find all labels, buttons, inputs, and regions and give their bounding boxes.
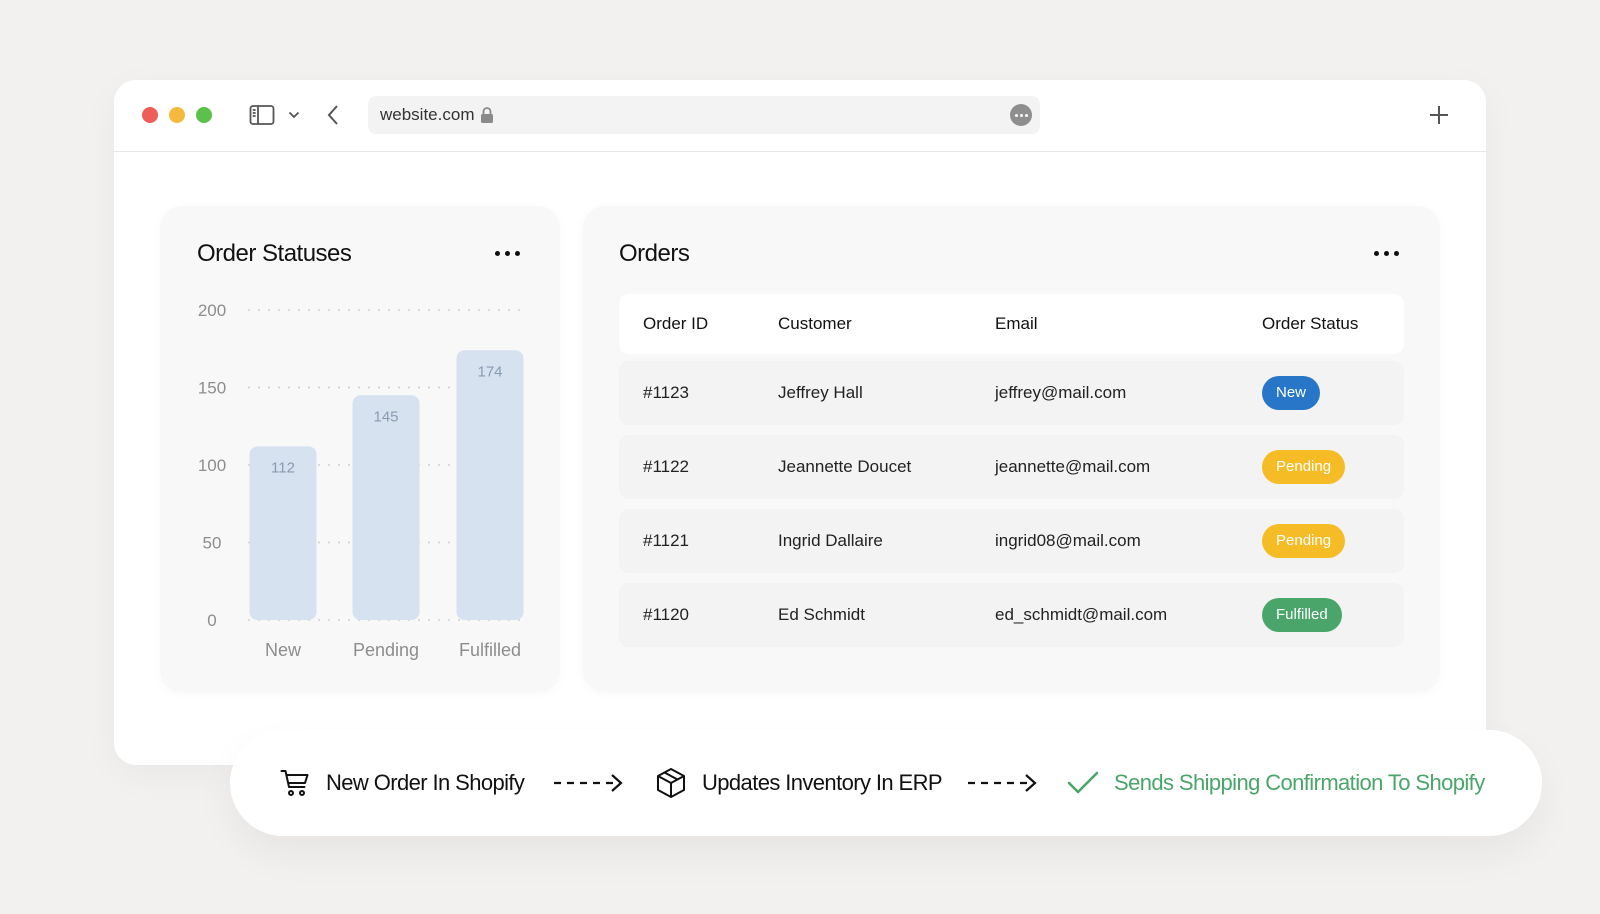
more-horizontal-icon[interactable]: [1010, 104, 1032, 126]
customer-name: Jeffrey Hall: [778, 383, 863, 402]
column-header-order-id[interactable]: Order ID: [643, 314, 708, 334]
bar[interactable]: [352, 395, 420, 620]
more-horizontal-icon[interactable]: [1369, 243, 1403, 263]
orders-card: Orders Order ID Customer Email Order Sta…: [583, 206, 1440, 692]
column-header-email[interactable]: Email: [995, 314, 1038, 334]
table-header: Order ID Customer Email Order Status: [619, 294, 1404, 354]
customer-name: Ed Schmidt: [778, 605, 865, 624]
sidebar-icon[interactable]: [248, 102, 276, 128]
customer-email: ingrid08@mail.com: [995, 531, 1141, 550]
customer-email: jeffrey@mail.com: [995, 383, 1127, 402]
status-badge: Pending: [1262, 450, 1346, 484]
workflow-step-label: New Order In Shopify: [326, 770, 525, 795]
more-horizontal-icon[interactable]: [490, 243, 524, 263]
chevron-down-icon[interactable]: [284, 104, 304, 126]
order-id: #1122: [643, 457, 690, 476]
y-tick-label: 0: [207, 611, 216, 630]
dashed-arrow-right-icon: [554, 774, 623, 792]
close-window-button[interactable]: [142, 107, 158, 123]
y-tick-label: 100: [198, 456, 226, 475]
status-badge: New: [1262, 376, 1321, 410]
bar-value-label: 145: [373, 408, 398, 425]
order-id: #1123: [643, 383, 690, 402]
order-id: #1120: [643, 605, 690, 624]
column-header-customer[interactable]: Customer: [778, 314, 852, 334]
table-row[interactable]: #1120 Ed Schmidt ed_schmidt@mail.com Ful…: [619, 583, 1404, 647]
x-tick-label: Pending: [353, 640, 419, 660]
plus-icon[interactable]: [1424, 100, 1454, 130]
customer-email: ed_schmidt@mail.com: [995, 605, 1168, 624]
bar[interactable]: [456, 350, 524, 620]
y-tick-label: 50: [203, 534, 222, 553]
workflow-step: New Order In Shopify: [278, 730, 525, 836]
x-tick-label: Fulfilled: [459, 640, 521, 660]
lock-icon: [480, 106, 494, 124]
x-tick-label: New: [265, 640, 302, 660]
customer-name: Jeannette Doucet: [778, 457, 912, 476]
y-tick-label: 150: [198, 379, 226, 398]
customer-name: Ingrid Dallaire: [778, 531, 883, 550]
table-row[interactable]: #1121 Ingrid Dallaire ingrid08@mail.com …: [619, 509, 1404, 573]
workflow-step: Updates Inventory In ERP: [654, 730, 943, 836]
package-box-icon: [654, 766, 688, 800]
maximize-window-button[interactable]: [196, 107, 212, 123]
checkmark-icon: [1066, 766, 1100, 800]
order-statuses-card: 0 50 100 150 200 112 New 145 Pending 174 Fulfilled…: [160, 206, 560, 692]
customer-email: jeannette@mail.com: [995, 457, 1151, 476]
address-bar[interactable]: website.com: [368, 96, 1040, 134]
bar-value-label: 174: [477, 363, 502, 380]
bar-value-label: 112: [271, 459, 295, 476]
table-row[interactable]: #1123 Jeffrey Hall jeffrey@mail.com New: [619, 361, 1404, 425]
order-statuses-chart: 0 50 100 150 200 112 New 145 Pending 174 Fulfilled: [198, 301, 524, 660]
card-title: Order Statuses: [197, 240, 352, 267]
workflow-step-label: Sends Shipping Confirmation To Shopify: [1114, 770, 1485, 795]
column-header-order-status[interactable]: Order Status: [1262, 314, 1358, 334]
status-badge: Fulfilled: [1262, 598, 1342, 632]
card-title: Orders: [619, 240, 690, 267]
y-tick-label: 200: [198, 301, 226, 320]
status-badge: Pending: [1262, 524, 1346, 558]
table-row[interactable]: #1122 Jeannette Doucet jeannette@mail.co…: [619, 435, 1404, 499]
workflow-banner: New Order In Shopify Updates Inventory I…: [230, 730, 1542, 836]
dashed-arrow-right-icon: [968, 774, 1037, 792]
browser-toolbar: website.com: [114, 80, 1486, 152]
url-text: website.com: [380, 105, 475, 124]
workflow-step: Sends Shipping Confirmation To Shopify: [1066, 730, 1485, 836]
minimize-window-button[interactable]: [169, 107, 185, 123]
order-id: #1121: [643, 531, 690, 550]
workflow-step-label: Updates Inventory In ERP: [702, 770, 943, 795]
shopping-cart-icon: [278, 766, 312, 800]
chevron-left-icon[interactable]: [322, 101, 344, 129]
